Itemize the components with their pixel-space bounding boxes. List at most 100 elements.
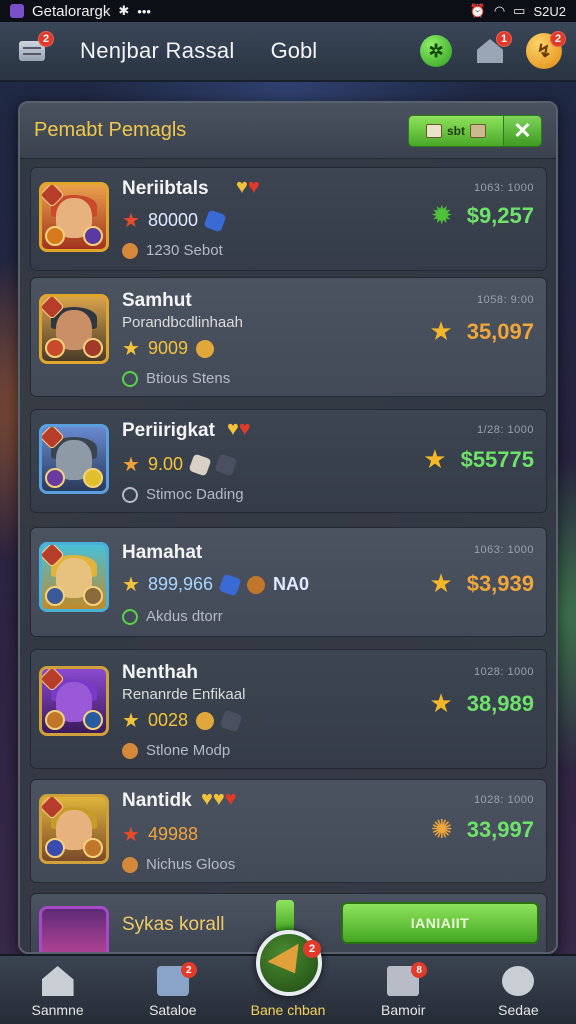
nav-badge: 8 [411, 962, 428, 978]
list-item[interactable]: Samhut Porandbcdlinhaah ★ 9009 Btious St… [30, 277, 547, 397]
item-price: ★ $55775 [423, 444, 534, 475]
nav-label: Bamoir [381, 1002, 426, 1018]
alarm-icon: ⏰ [469, 3, 486, 18]
building-icon: 8 [387, 962, 428, 996]
list-item[interactable]: Neriibtals ♥♥ ★ 80000 1230 Sebot 1063: 1… [30, 167, 547, 271]
price-value: $9,257 [466, 202, 534, 228]
item-name: Nantidk [122, 790, 192, 811]
star-icon: ★ [122, 210, 140, 232]
item-subtitle: Renanrde Enfikaal [122, 686, 246, 703]
nav-item-buildings[interactable]: 8 Bamoir [346, 956, 461, 1024]
avatar [39, 794, 109, 864]
filter-icon [426, 123, 442, 138]
item-status: Stlone Modp [122, 742, 230, 759]
star-icon: ★ [423, 444, 447, 474]
item-stat: ★ 80000 [122, 208, 227, 233]
gear-icon: ✹ [430, 200, 453, 230]
item-status: Akdus dtorr [122, 608, 223, 625]
list-item[interactable]: Hamahat ★ 899,966 NA0 Akdus dtorr 1063: … [30, 527, 547, 637]
list-item[interactable]: Nantidk ♥♥♥ ★ 49988 Nichus Gloos 1028: 1… [30, 779, 547, 883]
item-date: 1063: 1000 [473, 182, 534, 194]
filter-button[interactable]: sbt [409, 115, 503, 146]
nav-label: Sedae [498, 1002, 539, 1018]
item-name: Hamahat [122, 542, 203, 563]
item-name: Neriibtals [122, 178, 209, 199]
stat-value: 0028 [147, 710, 188, 730]
stat-value: 9.00 [147, 454, 183, 474]
item-stat: ★ 49988 [122, 822, 198, 847]
item-stat: ★ 9.00 [122, 452, 238, 477]
featured-name: Sykas korall [122, 914, 225, 935]
heart-icon: ♥♥♥ [201, 788, 237, 810]
star-icon: ★ [429, 568, 453, 598]
clock-icon [122, 242, 138, 259]
coin-icon [244, 572, 268, 597]
item-status: Btious Stens [122, 370, 230, 387]
avatar [39, 294, 109, 364]
avatar [39, 424, 109, 494]
refresh-icon [122, 486, 138, 503]
stat-value: 9009 [147, 338, 188, 358]
nav-label: Bane chban [250, 1002, 326, 1018]
star-icon: ★ [122, 454, 140, 476]
price-value: 38,989 [466, 690, 534, 716]
status-text: Akdus dtorr [146, 608, 223, 625]
shield-icon [193, 708, 217, 733]
house-icon [41, 966, 74, 996]
coin-button[interactable]: ↯ 2 [526, 31, 566, 69]
nav-item-catalog[interactable]: 2 Sataloe [115, 956, 230, 1024]
gem-icon [245, 708, 269, 733]
avatar [39, 542, 109, 612]
item-status: Stimoc Dading [122, 486, 244, 503]
list-item[interactable]: Periirigkat ♥♥ ★ 9.00 Stimoc Dading 1/28… [30, 409, 547, 513]
item-price: ★ 38,989 [429, 688, 534, 719]
price-value: 33,997 [466, 816, 534, 842]
item-date: 1028: 1000 [473, 794, 534, 806]
nav-label: Sanmne [31, 1002, 84, 1018]
panel-tools: sbt ✕ [408, 114, 542, 147]
status-text: Stlone Modp [146, 742, 231, 759]
shield-icon [193, 336, 217, 361]
item-price: ✺ 33,997 [431, 814, 534, 845]
item-date: 1028: 1000 [473, 666, 534, 678]
status-text: 1230 Sebot [146, 242, 223, 259]
star-icon: ★ [429, 316, 453, 346]
header-title: Nenjbar Rassal [80, 38, 235, 63]
item-price: ✹ $9,257 [431, 200, 534, 231]
item-status: 1230 Sebot [122, 242, 223, 259]
avatar [39, 182, 109, 252]
star-icon: ★ [122, 710, 140, 732]
star-icon: ★ [122, 574, 140, 596]
settings-button[interactable]: ✲ [418, 33, 454, 69]
close-button[interactable]: ✕ [503, 115, 541, 146]
star-icon: ★ [122, 338, 140, 360]
gear-icon [502, 966, 535, 996]
status-text: Nichus Gloos [146, 856, 236, 873]
menu-badge: 2 [38, 31, 54, 47]
heart-icon: ♥♥ [236, 176, 260, 198]
item-icon [188, 452, 212, 477]
action-button[interactable]: IANIAIIT [341, 902, 539, 944]
home-badge: 1 [496, 31, 512, 47]
price-value: 35,097 [466, 318, 534, 344]
refresh-icon [122, 370, 138, 387]
battery-icon: ▭ [513, 3, 526, 18]
panel-title: Pemabt Pemagls [34, 119, 187, 141]
menu-button[interactable]: 2 [14, 31, 54, 69]
stat-value: 80000 [147, 210, 198, 230]
item-status: Nichus Gloos [122, 856, 235, 873]
avatar [39, 666, 109, 736]
app-name: Getalorargk [32, 2, 111, 20]
avatar [39, 906, 109, 952]
center-stick [276, 900, 294, 932]
gem-icon [203, 208, 227, 233]
list-item[interactable]: Nenthah Renanrde Enfikaal ★ 0028 Stlone … [30, 649, 547, 769]
home-button[interactable]: 1 [472, 31, 512, 69]
nav-item-settings[interactable]: Sedae [461, 956, 576, 1024]
status-bar: Getalorargk ✱ ••• ⏰ ◠ ▭ S2U2 [0, 0, 576, 22]
item-stat: ★ 0028 [122, 708, 269, 733]
nav-item-home[interactable]: Sanmne [0, 956, 115, 1024]
gem-icon [218, 572, 242, 597]
panel-header: Pemabt Pemagls sbt ✕ [20, 103, 556, 159]
app-header: 2 Nenjbar Rassal Gobl ✲ 1 ↯ 2 [0, 22, 576, 82]
